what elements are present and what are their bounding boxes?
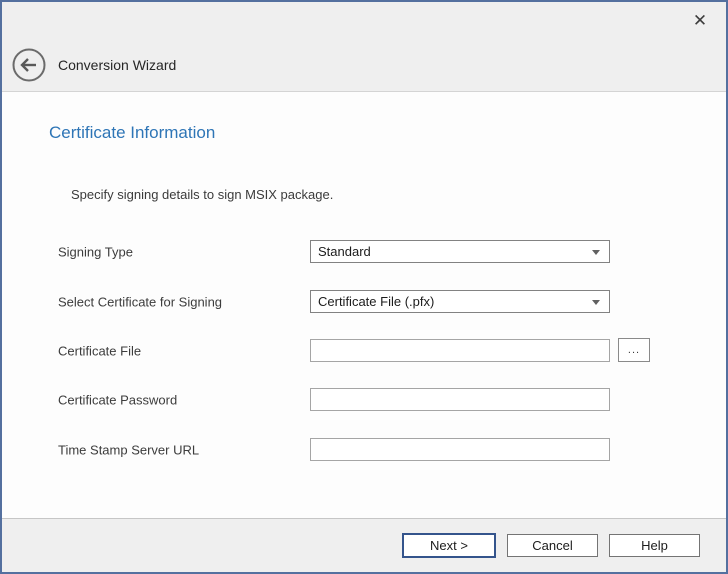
certificate-password-label: Certificate Password (58, 392, 177, 407)
certificate-file-label: Certificate File (58, 343, 141, 358)
cancel-button[interactable]: Cancel (507, 534, 598, 557)
form-row-signing-type: Signing Type Standard (2, 240, 726, 263)
help-button[interactable]: Help (609, 534, 700, 557)
form-row-certificate-source: Select Certificate for Signing Certifica… (2, 290, 726, 313)
content-area: Certificate Information Specify signing … (2, 93, 726, 516)
form-row-timestamp-url: Time Stamp Server URL (2, 438, 726, 461)
signing-type-label: Signing Type (58, 244, 133, 259)
close-icon: ✕ (693, 11, 707, 30)
close-button[interactable]: ✕ (686, 8, 714, 34)
back-button[interactable] (12, 48, 46, 82)
certificate-source-label: Select Certificate for Signing (58, 294, 222, 309)
page-title: Certificate Information (49, 123, 215, 143)
form-row-certificate-password: Certificate Password (2, 388, 726, 411)
timestamp-url-label: Time Stamp Server URL (58, 442, 199, 457)
back-arrow-icon (12, 48, 46, 82)
conversion-wizard-window: ✕ Conversion Wizard Certificate Informat… (0, 0, 728, 574)
wizard-header: ✕ Conversion Wizard (2, 2, 726, 92)
certificate-source-value: Certificate File (.pfx) (318, 294, 434, 309)
next-button[interactable]: Next > (402, 533, 496, 558)
certificate-source-dropdown[interactable]: Certificate File (.pfx) (310, 290, 610, 313)
signing-type-value: Standard (318, 244, 371, 259)
certificate-file-input[interactable] (310, 339, 610, 362)
browse-button[interactable]: ... (618, 338, 650, 362)
timestamp-url-input[interactable] (310, 438, 610, 461)
chevron-down-icon (592, 250, 600, 255)
chevron-down-icon (592, 300, 600, 305)
signing-type-dropdown[interactable]: Standard (310, 240, 610, 263)
certificate-password-input[interactable] (310, 388, 610, 411)
footer-button-bar: Next > Cancel Help (2, 518, 726, 572)
wizard-title: Conversion Wizard (58, 48, 176, 82)
form-row-certificate-file: Certificate File ... (2, 339, 726, 362)
page-description: Specify signing details to sign MSIX pac… (71, 187, 333, 202)
